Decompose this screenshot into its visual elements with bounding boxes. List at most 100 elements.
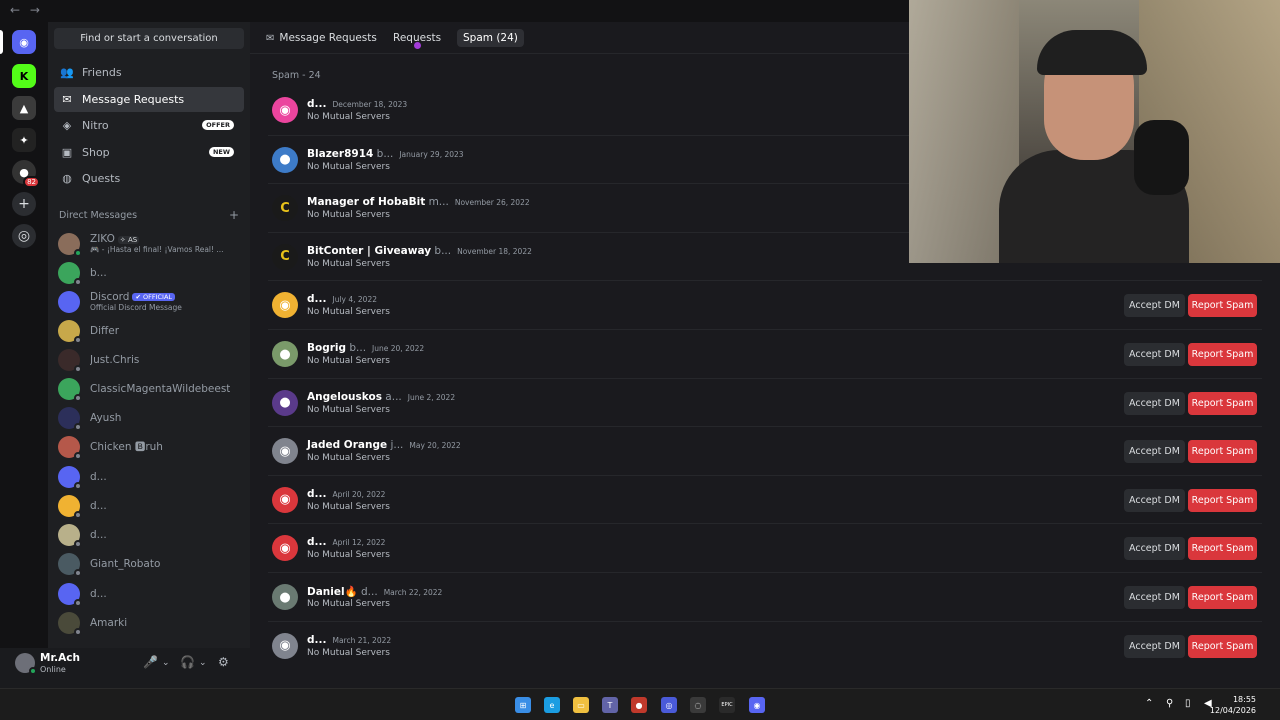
epic-games-icon[interactable]: EPIC [719, 697, 735, 713]
message-request-row[interactable]: ● Bogrig b... June 20, 2022 No Mutual Serve… [268, 329, 1262, 378]
tray-expand-icon[interactable]: ⌃ [1145, 698, 1153, 709]
message-request-row[interactable]: ◉ Jaded Orange j... May 20, 2022 No Mutual … [268, 426, 1262, 475]
settings-gear-icon[interactable]: ⚙ [218, 655, 229, 669]
dm-sidebar: Find or start a conversation 👥 Friends ✉ M… [48, 22, 250, 648]
discord-home-icon[interactable]: ◉ [12, 30, 36, 54]
dm-list-item[interactable]: Differ [54, 316, 244, 345]
accept-dm-button[interactable]: Accept DM [1124, 537, 1185, 561]
report-spam-button[interactable]: Report Spam [1188, 537, 1257, 561]
avatar: ◉ [272, 292, 298, 319]
nav-shop[interactable]: ▣ Shop NEW [54, 140, 244, 165]
dm-list-item[interactable]: d... [54, 579, 244, 608]
location-icon[interactable]: ⚲ [1166, 698, 1173, 709]
dm-name: d... [90, 470, 107, 483]
mutual-servers-text: No Mutual Servers [307, 161, 390, 172]
dm-list-item[interactable]: d... [54, 491, 244, 520]
report-spam-button[interactable]: Report Spam [1188, 634, 1257, 658]
webcam-overlay [909, 0, 1280, 263]
avatar: ● [272, 389, 298, 416]
teams-icon[interactable]: T [602, 697, 618, 713]
server-icon-2[interactable]: ▲ [12, 96, 36, 120]
accept-dm-button[interactable]: Accept DM [1124, 391, 1185, 415]
avatar [58, 523, 82, 548]
avatar [58, 494, 82, 519]
request-name: d... July 4, 2022 [307, 293, 377, 306]
microphone-icon[interactable]: 🎤 [143, 655, 158, 669]
offer-badge: OFFER [202, 120, 234, 130]
message-request-row[interactable]: ● Angelouskos a... June 2, 2022 No Mutual S… [268, 377, 1262, 427]
search-input[interactable]: Find or start a conversation [54, 28, 244, 49]
report-spam-button[interactable]: Report Spam [1188, 343, 1257, 366]
dm-list-item[interactable]: b... [54, 258, 244, 287]
accept-dm-button[interactable]: Accept DM [1124, 488, 1185, 512]
accept-dm-button[interactable]: Accept DM [1124, 634, 1185, 658]
nav-nitro[interactable]: ◈ Nitro OFFER [54, 113, 244, 138]
request-name: d... March 21, 2022 [307, 633, 392, 646]
accept-dm-button[interactable]: Accept DM [1124, 586, 1185, 609]
server-icon-3[interactable]: ✦ [12, 128, 36, 152]
presence-status-icon [74, 335, 82, 344]
dm-name: Giant_Robato [90, 557, 161, 570]
mutual-servers-text: No Mutual Servers [307, 356, 390, 366]
dm-list-item[interactable]: Just.Chris [54, 345, 244, 374]
headset-icon[interactable]: 🎧 [180, 655, 195, 669]
server-icon-4[interactable]: ● 82 [12, 160, 40, 188]
user-avatar[interactable] [15, 653, 37, 675]
avatar: ● [272, 341, 298, 367]
message-request-row[interactable]: ◉ d... April 20, 2022 No Mutual Servers Acce… [268, 474, 1262, 524]
message-request-row[interactable]: ◉ d... March 21, 2022 No Mutual Servers Acce… [268, 620, 1262, 670]
chevron-down-icon[interactable]: ⌄ [162, 658, 170, 668]
dm-name: Amarki [90, 616, 128, 629]
file-explorer-icon[interactable]: ▭ [573, 697, 589, 713]
discord-icon[interactable]: ◉ [749, 697, 765, 713]
request-date: June 2, 2022 [407, 392, 456, 402]
nav-friends[interactable]: 👥 Friends [54, 60, 244, 85]
report-spam-button[interactable]: Report Spam [1188, 440, 1257, 464]
back-arrow-icon[interactable]: ← [10, 3, 20, 17]
add-server-icon[interactable]: + [12, 192, 36, 216]
dm-list-item[interactable]: Giant_Robato [54, 549, 244, 578]
windows-start-icon[interactable]: ⊞ [515, 697, 531, 713]
dm-list-item[interactable]: Chicken 🅱ruh [54, 432, 244, 461]
app-red-icon[interactable]: ● [631, 697, 647, 713]
nav-quests[interactable]: ◍ Quests [54, 166, 244, 191]
app-ring-icon[interactable]: ◌ [690, 697, 706, 713]
avatar [58, 290, 80, 313]
dm-name: Discord [90, 291, 130, 303]
chevron-down-icon[interactable]: ⌄ [199, 658, 207, 668]
server-icon-kick[interactable]: K [12, 64, 36, 88]
request-date: December 18, 2023 [332, 100, 408, 109]
system-clock[interactable]: 18:55 12/04/2026 [1210, 694, 1256, 716]
battery-icon[interactable]: ▯ [1185, 698, 1191, 709]
request-name: Jaded Orange j... May 20, 2022 [307, 439, 461, 452]
presence-status-icon [74, 510, 82, 519]
presence-status-icon [74, 627, 82, 636]
dm-list-item[interactable]: d... [54, 520, 244, 549]
nav-message-requests[interactable]: ✉ Message Requests [54, 87, 244, 112]
accept-dm-button[interactable]: Accept DM [1124, 294, 1185, 318]
message-request-row[interactable]: ◉ d... July 4, 2022 No Mutual Servers Accept… [268, 280, 1262, 329]
edge-icon[interactable]: e [544, 697, 560, 713]
message-request-row[interactable]: ◉ d... April 12, 2022 No Mutual Servers Acce… [268, 523, 1262, 572]
mutual-servers-text: No Mutual Servers [307, 501, 390, 512]
report-spam-button[interactable]: Report Spam [1188, 294, 1257, 318]
app-blue-icon[interactable]: ◎ [661, 697, 677, 713]
accept-dm-button[interactable]: Accept DM [1124, 343, 1185, 366]
dm-list-item[interactable]: ClassicMagentaWildebeest [54, 374, 244, 403]
avatar-glyph-icon: ◉ [279, 638, 291, 654]
report-spam-button[interactable]: Report Spam [1188, 586, 1257, 609]
message-request-row[interactable]: ● Daniel🔥 d... March 22, 2022 No Mutual Ser… [268, 572, 1262, 621]
create-dm-plus-icon[interactable]: + [229, 208, 239, 222]
dm-list-item[interactable]: ZIKO ✧ AS 🎮 - ¡Hasta el final! ¡Vamos Real… [54, 229, 244, 258]
tab-spam[interactable]: Spam (24) [457, 29, 524, 47]
request-name: d... April 12, 2022 [307, 536, 386, 549]
dm-list-item[interactable]: d... [54, 462, 244, 491]
forward-arrow-icon[interactable]: → [30, 3, 40, 17]
report-spam-button[interactable]: Report Spam [1188, 391, 1257, 415]
dm-list-item[interactable]: Amarki [54, 608, 244, 637]
dm-list-item[interactable]: Ayush [54, 403, 244, 432]
explore-icon[interactable]: ◎ [12, 224, 36, 248]
dm-list-item[interactable]: Discord ✔ OFFICIAL Official Discord Messag… [54, 287, 244, 316]
report-spam-button[interactable]: Report Spam [1188, 488, 1257, 512]
accept-dm-button[interactable]: Accept DM [1124, 440, 1185, 464]
